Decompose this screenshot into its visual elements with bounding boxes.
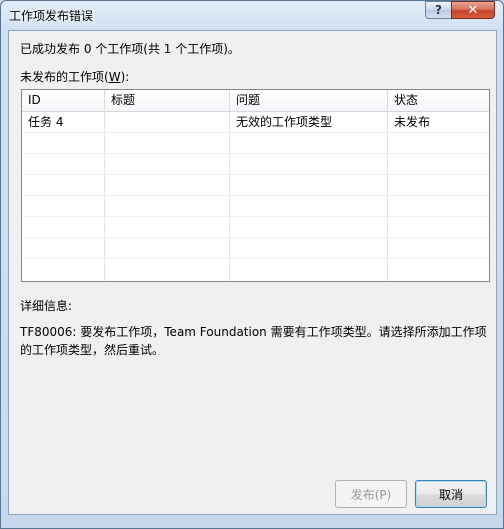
help-button[interactable]: ? [425, 1, 452, 19]
unpublished-list-label: 未发布的工作项(W): [20, 70, 130, 84]
column-header-issue[interactable]: 问题 [230, 90, 387, 111]
column-header-status[interactable]: 状态 [388, 90, 488, 111]
details-label: 详细信息: [20, 299, 73, 313]
help-icon: ? [435, 3, 442, 17]
details-message: TF80006: 要发布工作项，Team Foundation 需要有工作项类型… [20, 325, 487, 357]
publish-button[interactable]: 发布(P) [335, 480, 407, 508]
dialog-title: 工作项发布错误 [9, 9, 94, 23]
publish-summary: 已成功发布 0 个工作项(共 1 个工作项)。 [20, 42, 240, 56]
dialog-body: 已成功发布 0 个工作项(共 1 个工作项)。 未发布的工作项(W): ID 标… [8, 30, 497, 515]
cell-id: 任务 4 [28, 115, 64, 129]
cell-status: 未发布 [394, 115, 431, 129]
close-icon: ✕ [467, 2, 479, 18]
unpublished-items-table[interactable]: ID 标题 问题 状态 任务 4 无效的工作项类型 未发布 [21, 89, 490, 282]
close-button[interactable]: ✕ [451, 1, 495, 19]
cell-issue: 无效的工作项类型 [236, 115, 333, 129]
cell-title [105, 112, 229, 132]
column-header-title[interactable]: 标题 [105, 90, 229, 111]
column-header-id[interactable]: ID [22, 90, 104, 111]
cancel-button[interactable]: 取消 [415, 480, 487, 508]
access-key: W [108, 70, 121, 84]
table-header: ID 标题 问题 状态 [22, 90, 489, 112]
title-bar[interactable]: 工作项发布错误 ? ✕ [1, 1, 503, 31]
dialog-window: 工作项发布错误 ? ✕ 已成功发布 0 个工作项(共 1 个工作项)。 未发布的… [0, 0, 504, 529]
